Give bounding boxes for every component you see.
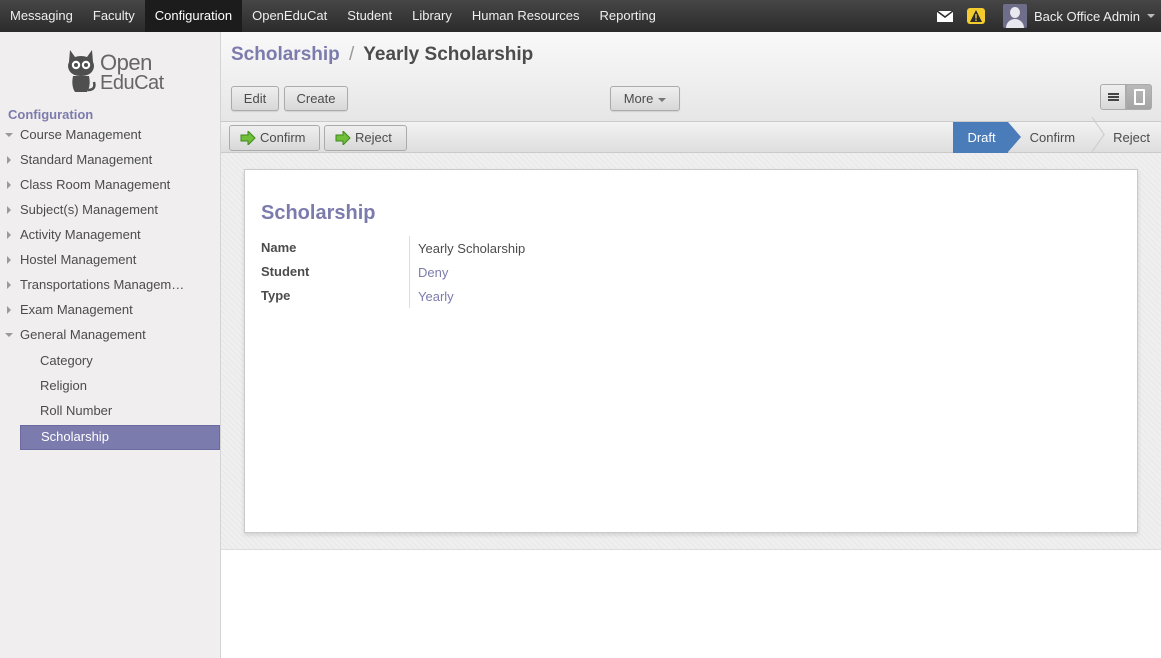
collapsed-triangle-icon — [7, 256, 11, 264]
collapsed-triangle-icon — [7, 206, 11, 214]
collapsed-triangle-icon — [7, 231, 11, 239]
breadcrumb: Scholarship / Yearly Scholarship — [231, 44, 533, 66]
mail-icon[interactable] — [937, 10, 954, 22]
main-menu: Messaging Faculty Configuration OpenEduC… — [0, 0, 666, 32]
sidebar-item-course-management[interactable]: Course Management — [0, 125, 220, 150]
stage-reject[interactable]: Reject — [1095, 122, 1161, 153]
sidebar-item-transportations-management[interactable]: Transportations Managem… — [0, 275, 220, 300]
top-menu-bar: Messaging Faculty Configuration OpenEduC… — [0, 0, 1161, 32]
form-view-button[interactable] — [1126, 84, 1152, 110]
field-student: Student Deny — [261, 262, 761, 286]
form-sheet-background: Scholarship Name Yearly Scholarship Stud… — [221, 153, 1161, 550]
chevron-down-icon — [1147, 14, 1155, 18]
expanded-triangle-icon — [5, 333, 13, 337]
list-view-button[interactable] — [1100, 84, 1126, 110]
warning-icon[interactable] — [967, 8, 986, 24]
sidebar-item-subjects-management[interactable]: Subject(s) Management — [0, 200, 220, 225]
form-icon — [1134, 89, 1145, 105]
menu-human-resources[interactable]: Human Resources — [462, 0, 590, 32]
green-arrow-icon — [335, 131, 351, 145]
menu-messaging[interactable]: Messaging — [0, 0, 83, 32]
field-value-student-link[interactable]: Deny — [418, 265, 448, 280]
collapsed-triangle-icon — [7, 281, 11, 289]
sidebar-item-general-management[interactable]: General Management — [0, 325, 220, 350]
stage-draft[interactable]: Draft — [953, 122, 1021, 153]
sidebar-subitem-category[interactable]: Category — [0, 350, 220, 375]
collapsed-triangle-icon — [7, 181, 11, 189]
field-label-type: Type — [261, 288, 291, 303]
more-dropdown-button[interactable]: More — [610, 86, 680, 111]
sidebar-item-exam-management[interactable]: Exam Management — [0, 300, 220, 325]
menu-configuration[interactable]: Configuration — [144, 0, 243, 32]
sidebar-subitem-scholarship[interactable]: Scholarship — [20, 425, 220, 450]
stage-confirm[interactable]: Confirm — [1008, 122, 1096, 153]
sidebar-item-standard-management[interactable]: Standard Management — [0, 150, 220, 175]
form-title: Scholarship — [261, 202, 376, 224]
menu-reporting[interactable]: Reporting — [590, 0, 666, 32]
view-switcher — [1100, 84, 1152, 110]
chevron-down-icon — [658, 97, 667, 102]
create-button[interactable]: Create — [284, 86, 348, 111]
breadcrumb-separator: / — [349, 44, 355, 65]
main-content: Scholarship / Yearly Scholarship Edit Cr… — [221, 32, 1161, 658]
sidebar-item-hostel-management[interactable]: Hostel Management — [0, 250, 220, 275]
menu-student[interactable]: Student — [337, 0, 402, 32]
sidebar-item-activity-management[interactable]: Activity Management — [0, 225, 220, 250]
field-value-name: Yearly Scholarship — [418, 241, 526, 256]
collapsed-triangle-icon — [7, 306, 11, 314]
avatar — [1003, 4, 1028, 28]
reject-button[interactable]: Reject — [324, 125, 407, 151]
confirm-button[interactable]: Confirm — [229, 125, 320, 151]
logo-text-educat: EduCat — [100, 72, 164, 94]
expanded-triangle-icon — [5, 133, 13, 137]
sidebar-item-class-room-management[interactable]: Class Room Management — [0, 175, 220, 200]
breadcrumb-current: Yearly Scholarship — [363, 44, 534, 65]
edit-button[interactable]: Edit — [231, 86, 279, 111]
stage-pipeline: Draft Confirm Reject — [953, 122, 1161, 153]
sidebar-nav: Course Management Standard Management Cl… — [0, 125, 220, 450]
field-value-type-link[interactable]: Yearly — [418, 289, 454, 304]
green-arrow-icon — [240, 131, 256, 145]
field-name: Name Yearly Scholarship — [261, 238, 761, 262]
topbar-right: Back Office Admin — [937, 0, 1161, 32]
field-label-student: Student — [261, 264, 310, 279]
form-statusbar: Confirm Reject Draft Confirm Reject — [221, 122, 1161, 153]
openeducat-logo[interactable]: Open EduCat — [64, 46, 164, 94]
cat-logo-icon — [68, 50, 96, 92]
sidebar-subitem-roll-number[interactable]: Roll Number — [0, 400, 220, 425]
sidebar-subitem-religion[interactable]: Religion — [0, 375, 220, 400]
list-icon — [1108, 93, 1119, 101]
menu-openeducat[interactable]: OpenEduCat — [242, 0, 337, 32]
field-label-name: Name — [261, 240, 297, 255]
form-sheet: Scholarship Name Yearly Scholarship Stud… — [244, 169, 1138, 533]
user-name: Back Office Admin — [1034, 8, 1140, 24]
user-menu[interactable]: Back Office Admin — [1003, 4, 1155, 28]
view-header: Scholarship / Yearly Scholarship Edit Cr… — [221, 32, 1161, 122]
menu-library[interactable]: Library — [402, 0, 462, 32]
sidebar: Open EduCat Configuration Course Managem… — [0, 32, 221, 658]
menu-faculty[interactable]: Faculty — [83, 0, 145, 32]
collapsed-triangle-icon — [7, 156, 11, 164]
field-type: Type Yearly — [261, 286, 761, 310]
sidebar-heading: Configuration — [8, 107, 94, 122]
breadcrumb-parent-link[interactable]: Scholarship — [231, 44, 340, 65]
